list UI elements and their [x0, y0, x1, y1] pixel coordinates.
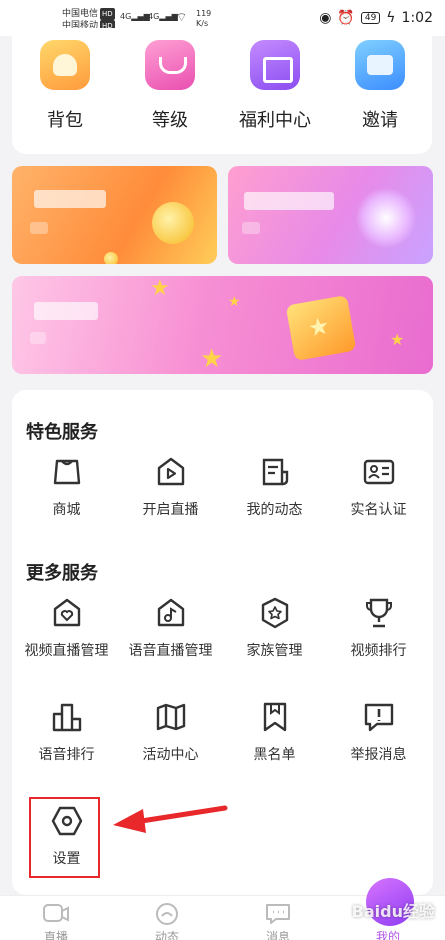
- more-services-title: 更多服务: [26, 563, 98, 584]
- voice-live-manage-label: 语音直播管理: [128, 643, 213, 659]
- video-ranking-label: 视频排行: [350, 643, 407, 659]
- activity-center-button[interactable]: 活动中心: [118, 700, 223, 764]
- family-icon: [261, 597, 288, 629]
- promo-banner-gems[interactable]: [228, 166, 433, 264]
- moments-icon: [262, 458, 288, 486]
- voice-live-manage-icon: [157, 598, 184, 627]
- watermark: Baidu经验: [351, 902, 435, 921]
- voice-ranking-label: 语音排行: [38, 747, 95, 763]
- podium-icon: [52, 703, 81, 732]
- backpack-button[interactable]: 背包: [25, 40, 105, 132]
- shop-label: 商城: [52, 502, 81, 518]
- eye-icon: ◉: [319, 10, 332, 26]
- real-name-auth-label: 实名认证: [350, 502, 407, 518]
- welfare-center-button[interactable]: 福利中心: [235, 40, 315, 132]
- wifi-icon: ⌔: [176, 10, 188, 24]
- family-manage-button[interactable]: 家族管理: [222, 596, 327, 660]
- alarm-icon: ⏰: [337, 10, 355, 26]
- voice-ranking-button[interactable]: 语音排行: [14, 700, 119, 764]
- star-icon: ★: [390, 330, 405, 349]
- coin-icon: [104, 252, 118, 264]
- shop-button[interactable]: 商城: [14, 455, 119, 519]
- blurred-subtitle: [30, 222, 48, 234]
- voice-live-manage-button[interactable]: 语音直播管理: [118, 596, 223, 660]
- battery-icon: 49: [360, 12, 381, 24]
- family-manage-label: 家族管理: [246, 643, 303, 659]
- net-speed-value: 119: [196, 9, 212, 18]
- net-speed: 119 K/s: [196, 9, 211, 29]
- trophy-icon: [365, 598, 392, 628]
- level-button[interactable]: 等级: [130, 40, 210, 132]
- signal-2-label: 4G: [148, 12, 160, 21]
- blurred-subtitle: [242, 222, 260, 234]
- blurred-subtitle: [30, 332, 46, 344]
- bookmark-icon: [263, 702, 286, 732]
- live-play-icon: [157, 457, 184, 486]
- report-messages-button[interactable]: 举报消息: [326, 700, 431, 764]
- status-right: ◉ ⏰ 49 ϟ 1:02: [319, 10, 433, 26]
- invite-button[interactable]: 邀请: [340, 40, 420, 132]
- level-icon: [145, 40, 195, 90]
- shop-bag-icon: [53, 459, 80, 485]
- real-name-auth-button[interactable]: 实名认证: [326, 455, 431, 519]
- charging-icon: ϟ: [386, 10, 396, 26]
- blacklist-label: 黑名单: [253, 747, 296, 763]
- tab-live-label: 直播: [43, 930, 68, 940]
- gift-icon: [250, 40, 300, 90]
- featured-services-title: 特色服务: [26, 422, 98, 443]
- signal-1-label: 4G: [120, 12, 132, 21]
- video-ranking-button[interactable]: 视频排行: [326, 596, 431, 660]
- welfare-center-label: 福利中心: [239, 110, 311, 131]
- gem-icon: [356, 188, 416, 248]
- blacklist-button[interactable]: 黑名单: [222, 700, 327, 764]
- backpack-label: 背包: [47, 110, 83, 131]
- ticket-star-icon: ★: [305, 311, 332, 343]
- message-tab-icon: [266, 904, 290, 924]
- invite-icon: [355, 40, 405, 90]
- start-live-label: 开启直播: [142, 502, 199, 518]
- star-icon: ★: [200, 344, 224, 374]
- coin-icon: [152, 202, 194, 244]
- promo-banner-coins[interactable]: [12, 166, 217, 264]
- signal-2-icon: 4G▂▄▆: [148, 12, 178, 21]
- tab-moments[interactable]: 动态: [137, 902, 197, 940]
- start-live-button[interactable]: 开启直播: [118, 455, 223, 519]
- activity-center-label: 活动中心: [142, 747, 199, 763]
- blurred-title: [34, 190, 106, 208]
- live-tab-icon: [43, 904, 69, 922]
- backpack-icon: [40, 40, 90, 90]
- quick-actions-card: 背包 等级 福利中心 邀请: [12, 28, 432, 154]
- tab-moments-label: 动态: [154, 930, 179, 940]
- invite-label: 邀请: [362, 110, 398, 131]
- id-card-icon: [363, 459, 394, 485]
- star-icon: ★: [228, 294, 241, 310]
- highlight-box: [29, 797, 100, 878]
- signal-1-icon: 4G▂▄▆: [120, 12, 150, 21]
- tab-live[interactable]: 直播: [26, 902, 86, 940]
- video-live-manage-button[interactable]: 视频直播管理: [14, 596, 119, 660]
- moments-tab-icon: [156, 903, 178, 925]
- tab-messages[interactable]: 消息: [248, 902, 308, 940]
- map-icon: [156, 703, 185, 731]
- my-moments-button[interactable]: 我的动态: [222, 455, 327, 519]
- hd-badge: HD: [100, 8, 115, 20]
- video-live-manage-icon: [53, 598, 80, 627]
- tab-profile-label: 我的: [375, 930, 400, 940]
- blurred-title: [244, 192, 334, 210]
- my-moments-label: 我的动态: [246, 502, 303, 518]
- blurred-title: [34, 302, 98, 320]
- clock: 1:02: [401, 10, 433, 26]
- level-label: 等级: [152, 110, 188, 131]
- tab-messages-label: 消息: [265, 930, 290, 940]
- carrier-1: 中国电信: [62, 9, 99, 19]
- report-messages-label: 举报消息: [350, 747, 407, 763]
- report-icon: [364, 703, 393, 732]
- video-live-manage-label: 视频直播管理: [24, 643, 109, 659]
- star-icon: ★: [150, 276, 170, 301]
